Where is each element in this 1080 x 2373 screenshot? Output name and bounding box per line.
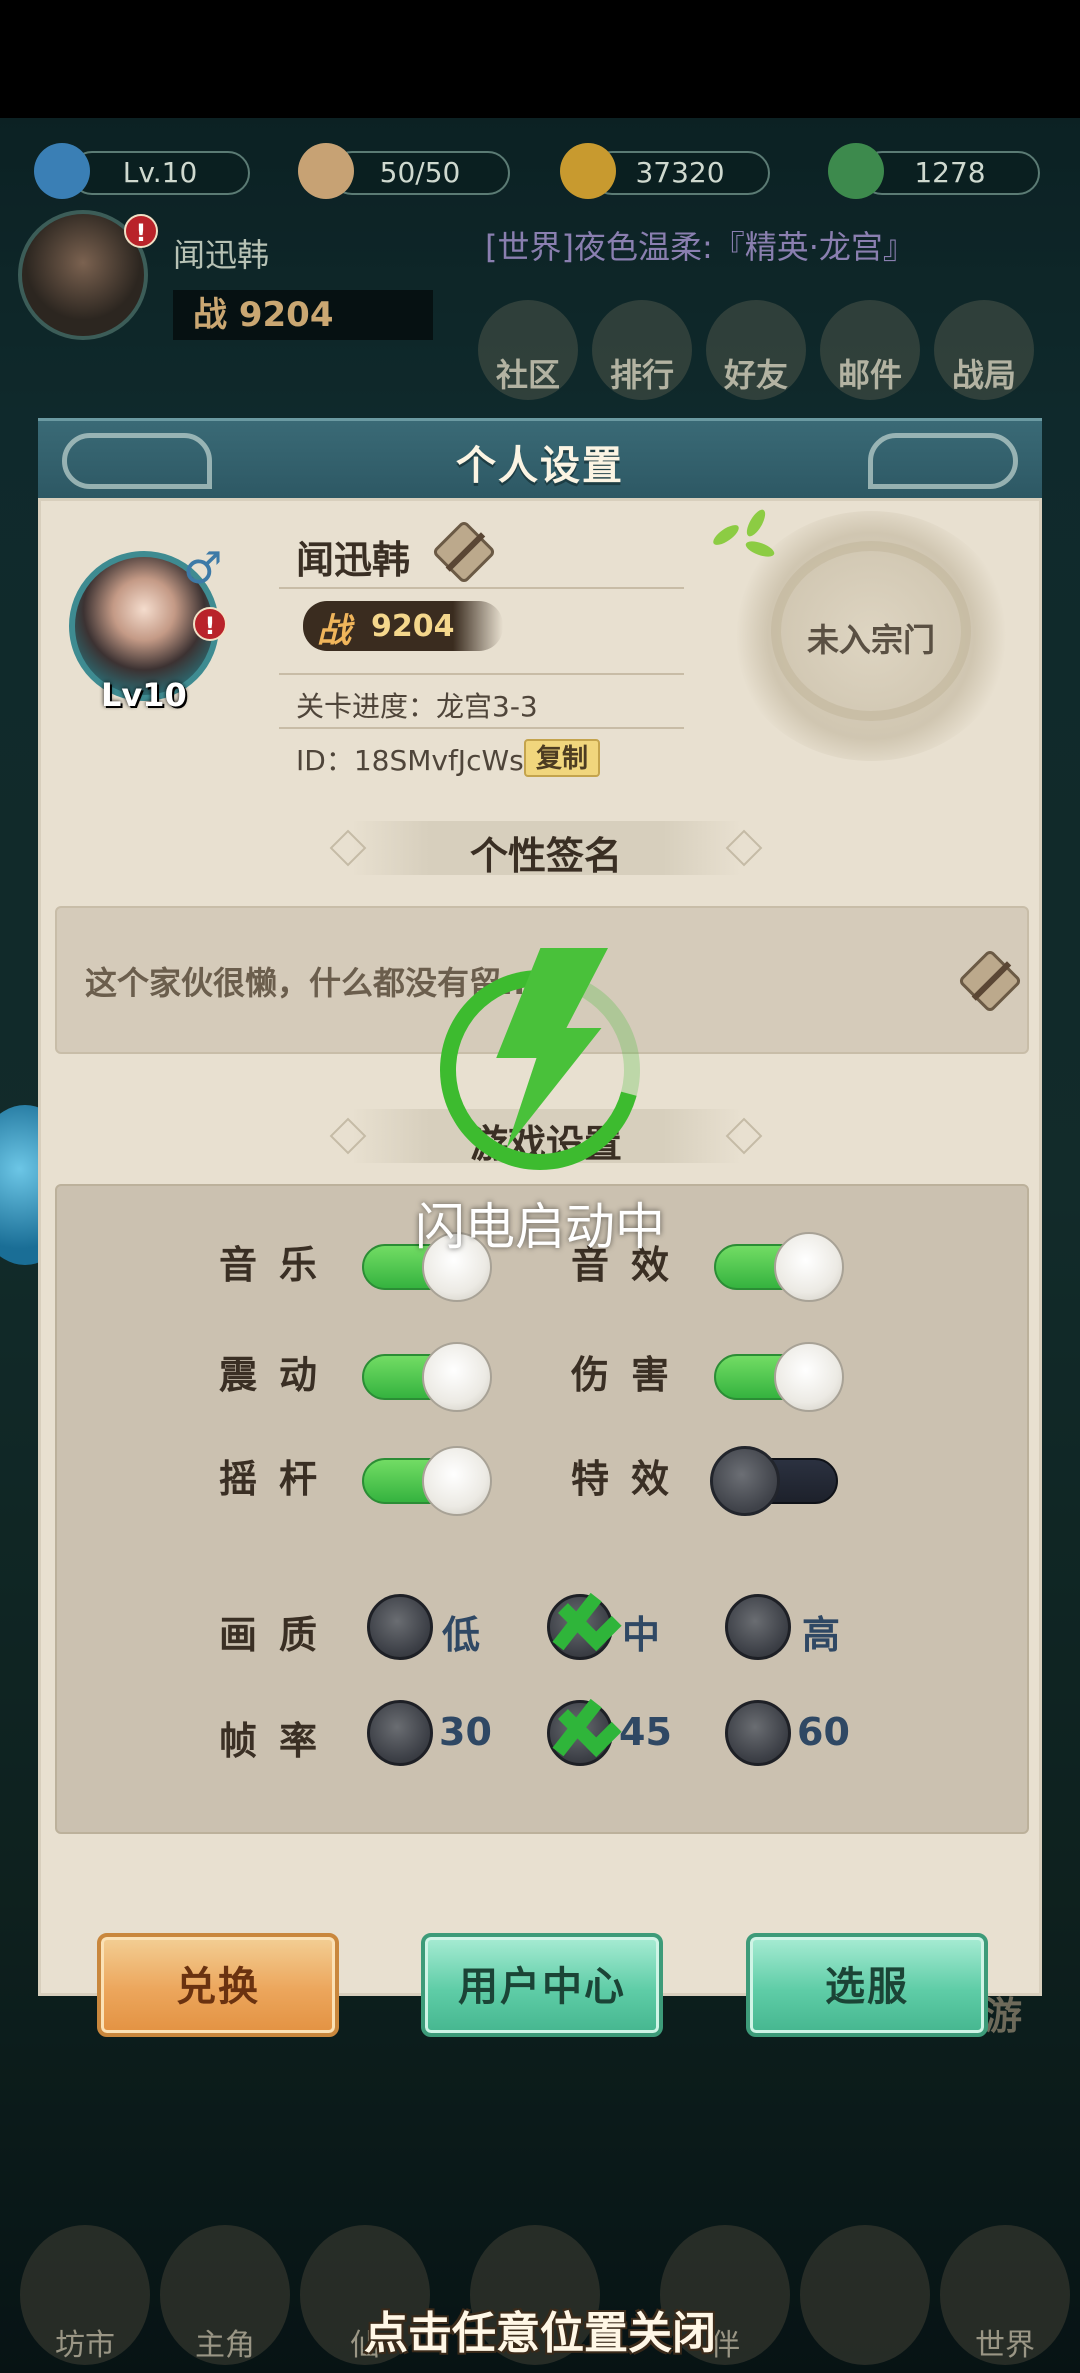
menu-battle[interactable]: 战局	[934, 300, 1034, 400]
joystick-toggle[interactable]	[362, 1446, 492, 1516]
sect-status: 未入宗门	[806, 621, 935, 659]
framerate-60-label: 60	[797, 1710, 850, 1754]
toggle-knob	[422, 1342, 492, 1412]
framerate-60-radio[interactable]	[725, 1700, 791, 1766]
checkmark-icon	[552, 1581, 610, 1661]
edit-signature-icon[interactable]	[957, 948, 1023, 1014]
edit-name-icon[interactable]	[431, 519, 497, 585]
profile-name: 闻迅韩	[296, 538, 411, 582]
toggle-knob	[422, 1446, 492, 1516]
stamina-text: 50/50	[379, 156, 461, 189]
quality-high-label: 高	[802, 1613, 841, 1657]
power-value: 9204	[238, 295, 334, 335]
dialog-title: 个人设置	[456, 443, 624, 489]
copy-id-button[interactable]: 复制	[524, 739, 601, 777]
damage-toggle[interactable]	[714, 1342, 844, 1412]
divider	[279, 673, 684, 675]
toggle-knob	[710, 1446, 780, 1516]
quality-medium-label: 中	[622, 1613, 661, 1657]
signature-banner: 个性签名	[351, 821, 741, 878]
player-id: ID：18SMvfJcWs	[296, 744, 524, 777]
divider	[279, 587, 684, 589]
level-text: Lv.10	[122, 156, 198, 189]
power-char: 战	[193, 295, 227, 335]
profile-power: 战 9204	[303, 601, 503, 651]
menu-community[interactable]: 社区	[478, 300, 578, 400]
male-gender-icon: ♂	[183, 543, 223, 594]
power-value: 9204	[371, 609, 455, 644]
level-display: Lv.10	[70, 151, 250, 195]
divider	[279, 727, 684, 729]
redeem-button[interactable]: 兑换	[97, 1933, 339, 2037]
menu-friends[interactable]: 好友	[706, 300, 806, 400]
menu-mail[interactable]: 邮件	[820, 300, 920, 400]
stamina-display[interactable]: 50/50	[330, 151, 510, 195]
top-menu: 社区 排行 好友 邮件 战局	[478, 300, 1034, 400]
top-player-name: 闻迅韩	[173, 236, 270, 274]
user-center-button[interactable]: 用户中心	[421, 1933, 663, 2037]
world-chat-message[interactable]: [世界]夜色温柔:『精英·龙宫』	[485, 222, 1080, 272]
dialog-header: 个人设置	[38, 418, 1042, 498]
tap-to-close-hint[interactable]: 点击任意位置关闭	[0, 2297, 1080, 2361]
vibration-label: 震动	[219, 1353, 340, 1397]
quality-low-label: 低	[442, 1613, 481, 1657]
quality-label: 画质	[219, 1613, 340, 1657]
power-char: 战	[317, 611, 351, 651]
menu-ranking[interactable]: 排行	[592, 300, 692, 400]
coins-display[interactable]: 37320	[590, 151, 770, 195]
effects-toggle[interactable]	[710, 1446, 838, 1516]
top-profile[interactable]: ! 闻迅韩 战 9204	[18, 210, 433, 340]
stage-progress: 关卡进度：龙宫3-3	[296, 690, 538, 723]
quality-medium-radio[interactable]	[547, 1594, 613, 1660]
checkmark-icon	[552, 1687, 610, 1767]
loading-text: 闪电启动中	[415, 1198, 665, 1256]
vibration-toggle[interactable]	[362, 1342, 492, 1412]
bamboo-leaf-icon	[701, 507, 791, 567]
quality-high-radio[interactable]	[725, 1594, 791, 1660]
level-swirl-icon	[34, 143, 90, 199]
resource-bar: Lv.10 50/50 37320 1278	[0, 143, 1080, 205]
coins-text: 37320	[635, 156, 725, 189]
jade-display[interactable]: 1278	[860, 151, 1040, 195]
leaf-icon	[828, 143, 884, 199]
notification-badge: !	[124, 214, 158, 248]
game-settings-box: 音乐 音效 震动 伤害 摇杆 特效 画质 低 中 高 帧率 30 45 60	[55, 1184, 1029, 1834]
signature-title: 个性签名	[469, 834, 622, 878]
effects-label: 特效	[571, 1457, 692, 1501]
framerate-30-label: 30	[439, 1710, 492, 1754]
framerate-45-radio[interactable]	[547, 1700, 613, 1766]
quality-low-radio[interactable]	[367, 1594, 433, 1660]
framerate-45-label: 45	[619, 1710, 672, 1754]
select-server-button[interactable]: 选服	[746, 1933, 988, 2037]
framerate-30-radio[interactable]	[367, 1700, 433, 1766]
avatar-alert-badge: !	[193, 607, 227, 641]
coin-icon	[560, 143, 616, 199]
jade-text: 1278	[914, 156, 986, 189]
damage-label: 伤害	[571, 1353, 692, 1397]
profile-level: Lv10	[101, 676, 187, 714]
toggle-knob	[774, 1342, 844, 1412]
top-power: 战 9204	[173, 290, 433, 340]
bun-icon	[298, 143, 354, 199]
joystick-label: 摇杆	[219, 1457, 340, 1501]
loading-spinner	[403, 933, 677, 1207]
framerate-label: 帧率	[219, 1719, 340, 1763]
